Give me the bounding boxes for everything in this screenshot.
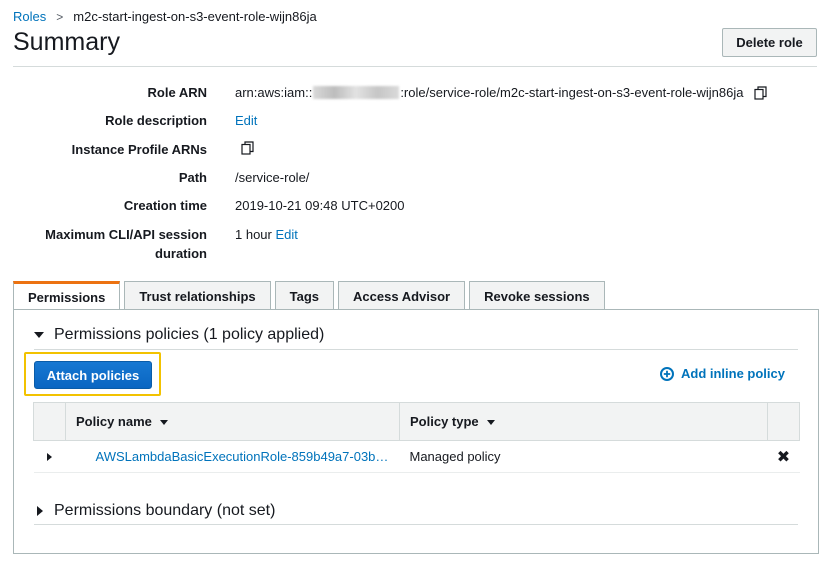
permissions-boundary-header: Permissions boundary (not set) (54, 502, 276, 519)
copy-icon[interactable] (240, 140, 256, 156)
tab-bar: Permissions Trust relationships Tags Acc… (13, 281, 609, 310)
sort-down-icon (159, 420, 168, 426)
caret-right-icon (47, 453, 52, 461)
policy-type-column-header[interactable]: Policy type (399, 402, 768, 441)
path-label: Path (178, 170, 207, 185)
creation-time-value: 2019-10-21 09:48 UTC+0200 (235, 198, 405, 213)
breadcrumb-separator: > (56, 9, 64, 24)
tab-trust-relationships[interactable]: Trust relationships (124, 281, 271, 310)
permissions-policies-toggle[interactable]: Permissions policies (1 policy applied) (34, 326, 324, 344)
creation-time-label: Creation time (123, 198, 207, 213)
page-title: Summary (13, 28, 120, 56)
max-session-edit-link[interactable]: Edit (276, 225, 298, 244)
table-row: AWSLambdaBasicExecutionRole-859b49a7-03b… (33, 440, 800, 473)
title-divider (13, 66, 817, 67)
policy-name-link[interactable]: AWSLambdaBasicExecutionRole-859b49a7-03b… (65, 440, 400, 473)
tab-tags[interactable]: Tags (274, 281, 335, 310)
role-description-label: Role description (105, 113, 207, 128)
tab-permissions[interactable]: Permissions (13, 281, 121, 310)
close-icon[interactable]: ✖ (767, 440, 800, 473)
remove-column-header (767, 402, 800, 441)
breadcrumb: Roles > m2c-start-ingest-on-s3-event-rol… (13, 9, 317, 24)
copy-icon[interactable] (753, 85, 769, 101)
section-divider (34, 524, 798, 525)
role-description-edit-link[interactable]: Edit (235, 111, 257, 130)
delete-role-button[interactable]: Delete role (722, 28, 817, 57)
max-session-label-line1: Maximum CLI/API session (45, 227, 207, 242)
max-session-label-line2: duration (155, 246, 207, 261)
max-session-value: 1 hour (235, 227, 272, 242)
redacted-account-id (313, 86, 400, 99)
add-inline-policy-link[interactable]: Add inline policy (659, 366, 785, 381)
role-arn-value: arn:aws:iam:: :role/service-role/m2c-sta… (235, 83, 769, 102)
add-inline-policy-label: Add inline policy (680, 366, 785, 381)
tab-access-advisor[interactable]: Access Advisor (338, 281, 466, 310)
attach-policies-button[interactable]: Attach policies (34, 361, 152, 389)
role-arn-prefix: arn:aws:iam:: (235, 85, 313, 100)
instance-profile-label: Instance Profile ARNs (71, 142, 207, 157)
expand-column-header (33, 402, 66, 441)
plus-circle-icon (659, 366, 674, 381)
attach-policies-highlight: Attach policies (24, 352, 161, 396)
breadcrumb-roles-link[interactable]: Roles (13, 9, 46, 24)
permissions-boundary-toggle[interactable]: Permissions boundary (not set) (34, 502, 275, 520)
role-arn-suffix: :role/service-role/m2c-start-ingest-on-s… (400, 85, 744, 100)
caret-right-icon (37, 506, 43, 516)
role-arn-label: Role ARN (147, 85, 207, 100)
max-session-label: Maximum CLI/API session duration (7, 225, 207, 263)
breadcrumb-current: m2c-start-ingest-on-s3-event-role-wijn86… (73, 9, 317, 24)
policy-name-column-header[interactable]: Policy name (65, 402, 400, 441)
permissions-panel: Permissions policies (1 policy applied) … (13, 309, 819, 554)
row-expand-toggle[interactable] (33, 440, 66, 473)
permissions-policies-header: Permissions policies (1 policy applied) (54, 326, 325, 343)
sort-down-icon (486, 420, 495, 426)
policies-table: Policy name Policy type AWSLambdaBasicEx… (33, 402, 800, 473)
tab-revoke-sessions[interactable]: Revoke sessions (469, 281, 605, 310)
section-divider (34, 349, 798, 350)
policy-type-cell: Managed policy (399, 440, 768, 473)
caret-down-icon (34, 332, 44, 338)
path-value: /service-role/ (235, 170, 310, 185)
